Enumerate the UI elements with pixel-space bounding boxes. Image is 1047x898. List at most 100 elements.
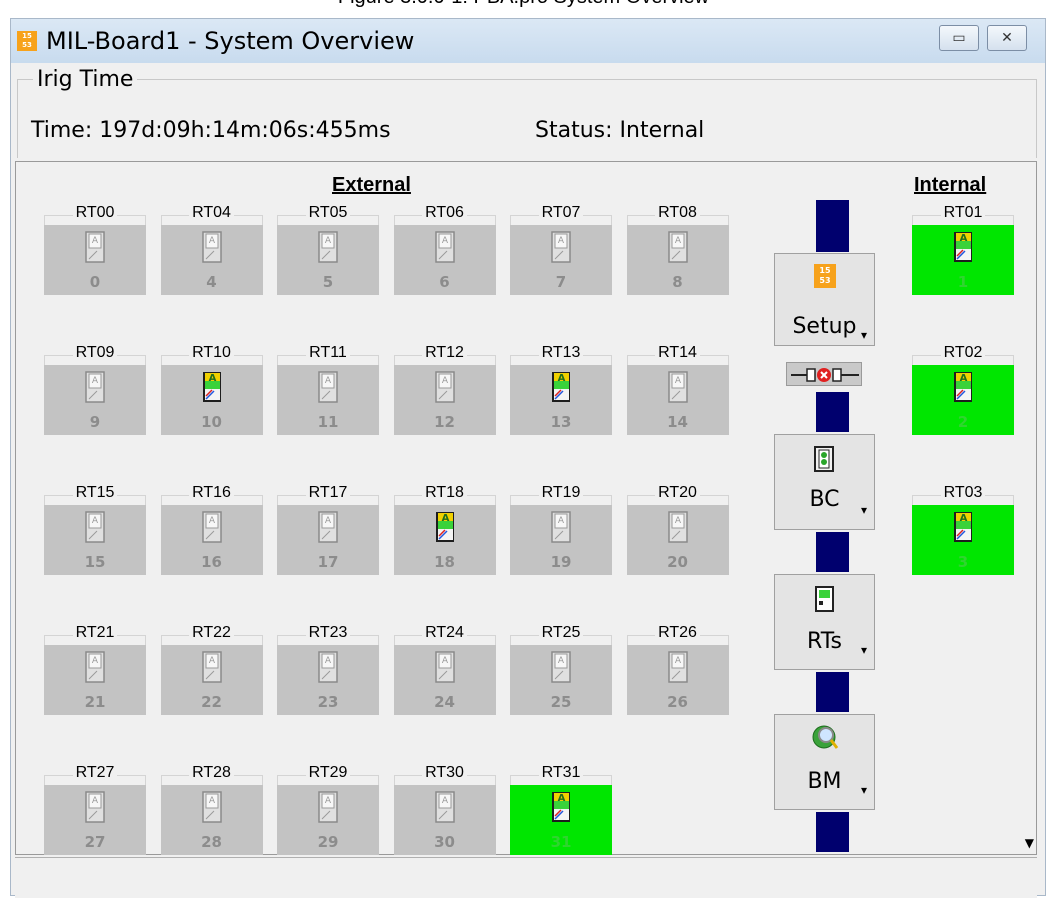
rt-status-box[interactable]: A9 xyxy=(44,365,146,435)
rt-label-text: RT30 xyxy=(422,764,467,781)
minimize-button[interactable]: ▭ xyxy=(939,25,979,51)
rt-status-box[interactable]: A 14 xyxy=(626,365,729,435)
rt-active-icon: A xyxy=(202,372,221,402)
rt-tile-rt02[interactable]: A 2 RT02 xyxy=(912,344,1014,437)
rt-tile-rt22[interactable]: A 22 RT22 xyxy=(160,624,263,717)
bm-dropdown-icon[interactable]: ▾ xyxy=(861,783,867,797)
minimize-icon: ▭ xyxy=(952,30,966,46)
rt-status-box[interactable]: A 16 xyxy=(160,505,263,575)
rt-status-box[interactable]: A 23 xyxy=(277,645,379,715)
rt-tile-rt05[interactable]: A 5 RT05 xyxy=(277,204,379,297)
rt-tile-rt26[interactable]: A 26 RT26 xyxy=(626,624,729,717)
setup-button[interactable]: 15 53 Setup ▾ xyxy=(774,253,875,346)
rt-tile-rt24[interactable]: A 24 RT24 xyxy=(393,624,496,717)
rt-tile-rt04[interactable]: A 4 RT04 xyxy=(160,204,263,297)
bus-connector-button[interactable] xyxy=(786,362,862,386)
rt-status-box[interactable]: A 15 xyxy=(44,505,146,575)
scroll-down-icon[interactable]: ▼ xyxy=(1025,836,1034,850)
rt-number: 13 xyxy=(550,413,572,431)
rt-label-text: RT14 xyxy=(655,344,700,361)
rt-tile-rt23[interactable]: A 23 RT23 xyxy=(277,624,379,717)
rt-status-box[interactable]: A5 xyxy=(277,225,379,295)
rt-status-box[interactable]: A1 xyxy=(912,225,1014,295)
rt-label: RT00 xyxy=(44,204,146,222)
rt-status-box[interactable]: A 12 xyxy=(393,365,496,435)
rt-tile-rt20[interactable]: A 20 RT20 xyxy=(626,484,729,577)
rt-tile-rt10[interactable]: A 10 RT10 xyxy=(160,344,263,437)
rt-label: RT14 xyxy=(627,344,729,362)
rt-status-box[interactable]: A2 xyxy=(912,365,1014,435)
system-overview-window: 15 53 MIL-Board1 - System Overview ▭ ✕ Ir… xyxy=(10,18,1046,898)
rt-tile-rt17[interactable]: A 17 RT17 xyxy=(277,484,379,577)
svg-text:A: A xyxy=(325,796,332,806)
rt-status-box[interactable]: A 21 xyxy=(44,645,146,715)
rt-status-box[interactable]: A 11 xyxy=(277,365,379,435)
bc-dropdown-icon[interactable]: ▾ xyxy=(861,503,867,517)
rt-tile-rt11[interactable]: A 11 RT11 xyxy=(277,344,379,437)
rt-status-box[interactable]: A0 xyxy=(44,225,146,295)
rt-status-box[interactable]: A3 xyxy=(912,505,1014,575)
rt-tile-rt08[interactable]: A 8 RT08 xyxy=(626,204,729,297)
rt-tile-rt19[interactable]: A 19 RT19 xyxy=(510,484,612,577)
rt-label: RT05 xyxy=(277,204,379,222)
rt-status-box[interactable]: A 30 xyxy=(393,785,496,855)
rt-active-icon: A xyxy=(435,512,454,542)
rt-status-box[interactable]: A 26 xyxy=(626,645,729,715)
rt-tile-rt14[interactable]: A 14 RT14 xyxy=(626,344,729,437)
rt-status-box[interactable]: A 19 xyxy=(510,505,612,575)
rt-tile-rt00[interactable]: A 0 RT00 xyxy=(44,204,146,297)
rt-tile-rt09[interactable]: A 9 RT09 xyxy=(44,344,146,437)
rt-label: RT22 xyxy=(161,624,263,642)
rt-status-box[interactable]: A7 xyxy=(510,225,612,295)
rt-status-box[interactable]: A 24 xyxy=(393,645,496,715)
close-button[interactable]: ✕ xyxy=(987,25,1027,51)
rt-tile-rt03[interactable]: A 3 RT03 xyxy=(912,484,1014,577)
rt-status-box[interactable]: A 25 xyxy=(510,645,612,715)
rt-status-box[interactable]: A 28 xyxy=(160,785,263,855)
rt-tile-rt06[interactable]: A 6 RT06 xyxy=(393,204,496,297)
rt-status-box[interactable]: A 10 xyxy=(160,365,263,435)
bc-button[interactable]: BC ▾ xyxy=(774,434,875,530)
rt-status-box[interactable]: A 13 xyxy=(510,365,612,435)
rt-inactive-icon: A xyxy=(85,231,105,263)
rt-tile-rt31[interactable]: A 31 RT31 xyxy=(510,764,612,857)
rt-status-box[interactable]: A 17 xyxy=(277,505,379,575)
rts-button[interactable]: RTs ▾ xyxy=(774,574,875,670)
rts-dropdown-icon[interactable]: ▾ xyxy=(861,643,867,657)
rt-tile-rt16[interactable]: A 16 RT16 xyxy=(160,484,263,577)
rt-tile-rt07[interactable]: A 7 RT07 xyxy=(510,204,612,297)
rt-tile-rt18[interactable]: A 18 RT18 xyxy=(393,484,496,577)
rt-status-box[interactable]: A 29 xyxy=(277,785,379,855)
rt-inactive-icon: A xyxy=(667,511,688,543)
rt-inactive-icon: A xyxy=(85,511,105,543)
svg-text:A: A xyxy=(441,513,449,524)
title-bar[interactable]: 15 53 MIL-Board1 - System Overview ▭ ✕ xyxy=(11,19,1045,63)
rt-tile-rt28[interactable]: A 28 RT28 xyxy=(160,764,263,857)
rt-status-box[interactable]: A6 xyxy=(393,225,496,295)
rt-status-box[interactable]: A4 xyxy=(160,225,263,295)
rt-label-text: RT01 xyxy=(940,204,986,221)
bm-button[interactable]: BM ▾ xyxy=(774,714,875,810)
rt-tile-rt21[interactable]: A 21 RT21 xyxy=(44,624,146,717)
rt-tile-rt01[interactable]: A 1 RT01 xyxy=(912,204,1014,297)
internal-heading: Internal xyxy=(914,174,987,196)
rt-status-box[interactable]: A 18 xyxy=(393,505,496,575)
rt-tile-rt15[interactable]: A 15 RT15 xyxy=(44,484,146,577)
rt-status-box[interactable]: A 20 xyxy=(626,505,729,575)
rt-tile-rt25[interactable]: A 25 RT25 xyxy=(510,624,612,717)
rt-tile-rt13[interactable]: A 13 RT13 xyxy=(510,344,612,437)
rt-status-box[interactable]: A 31 xyxy=(510,785,612,855)
rt-inactive-icon: A xyxy=(318,371,338,403)
rt-status-box[interactable]: A8 xyxy=(626,225,729,295)
figure-caption: Figure 3.0.0-1: PBA.pro System Overview xyxy=(0,0,1047,9)
rt-number: 10 xyxy=(201,413,222,431)
rt-number: 6 xyxy=(439,273,450,291)
rt-status-box[interactable]: A 22 xyxy=(160,645,263,715)
rt-tile-rt12[interactable]: A 12 RT12 xyxy=(393,344,496,437)
setup-dropdown-icon[interactable]: ▾ xyxy=(861,328,867,342)
rt-tile-rt29[interactable]: A 29 RT29 xyxy=(277,764,379,857)
rt-label: RT28 xyxy=(161,764,263,782)
rt-tile-rt30[interactable]: A 30 RT30 xyxy=(393,764,496,857)
rt-status-box[interactable]: A 27 xyxy=(44,785,146,855)
rt-tile-rt27[interactable]: A 27 RT27 xyxy=(44,764,146,857)
